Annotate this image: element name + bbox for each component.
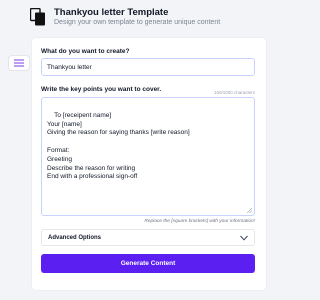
create-input[interactable]: Thankyou letter [41,58,255,76]
character-counter: 150/1000 characters [213,90,255,95]
resize-grip-icon[interactable] [247,208,252,213]
key-points-textarea[interactable]: To [receipent name] Your [name] Giving t… [41,97,255,216]
page-title: Thankyou letter Template [54,7,169,18]
key-points-label: Write the key points you want to cover. [41,86,162,93]
page-subtitle: Design your own template to generate uni… [54,19,221,26]
generate-content-button[interactable]: Generate Content [41,254,255,273]
template-form-card: What do you want to create? Thankyou let… [32,38,266,290]
copy-document-icon [30,8,45,26]
key-points-text: To [receipent name] Your [name] Giving t… [47,111,190,181]
advanced-options-toggle[interactable]: Advanced Options [41,229,255,246]
bracket-hint: Replace the [square brackets] with your … [144,219,255,224]
sidebar-toggle-button[interactable] [8,55,30,71]
advanced-options-label: Advanced Options [48,235,102,241]
page-header: Thankyou letter Template Design your own… [0,0,276,34]
list-lines-icon [14,59,24,67]
chevron-down-icon [240,235,248,241]
create-label: What do you want to create? [41,48,130,55]
